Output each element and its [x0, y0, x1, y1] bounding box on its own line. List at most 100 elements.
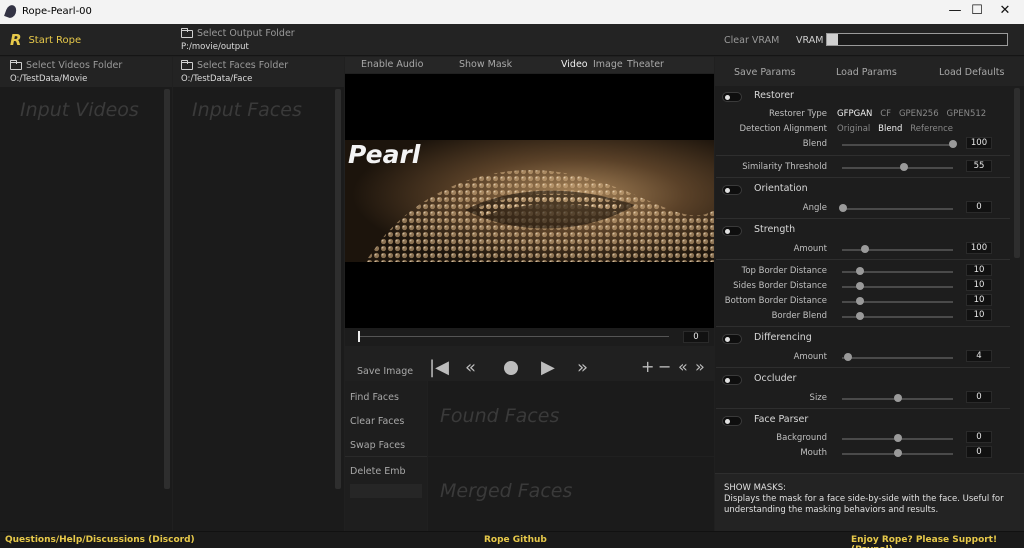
top-border-slider-thumb[interactable]	[856, 267, 864, 275]
videos-scrollbar[interactable]	[164, 89, 170, 489]
occluder-size-value[interactable]: 0	[966, 391, 992, 403]
enable-audio-toggle[interactable]: Enable Audio	[361, 59, 423, 70]
zoom-out-icon[interactable]: −	[658, 357, 671, 376]
select-faces-folder-button[interactable]: Select Faces Folder	[181, 59, 288, 71]
alignment-option-original[interactable]: Original	[837, 124, 870, 134]
blend-slider-thumb[interactable]	[949, 140, 957, 148]
input-videos-panel[interactable]: Input Videos	[0, 87, 172, 531]
save-params-button[interactable]: Save Params	[734, 67, 795, 78]
delete-emb-button[interactable]: Delete Emb	[350, 466, 406, 477]
frame-number[interactable]: 0	[683, 331, 709, 343]
bottom-border-slider-thumb[interactable]	[856, 297, 864, 305]
clear-faces-button[interactable]: Clear Faces	[350, 416, 404, 427]
border-blend-value[interactable]: 10	[966, 309, 992, 321]
angle-slider-thumb[interactable]	[839, 204, 847, 212]
save-image-button[interactable]: Save Image	[357, 366, 413, 377]
load-params-button[interactable]: Load Params	[836, 67, 897, 78]
record-icon[interactable]	[504, 361, 518, 375]
strength-slider-track[interactable]	[842, 249, 953, 251]
tab-video[interactable]: Video	[561, 59, 588, 70]
restorer-option-cf[interactable]: CF	[880, 109, 891, 119]
clear-vram-button[interactable]: Clear VRAM	[724, 35, 779, 46]
similarity-slider-thumb[interactable]	[900, 163, 908, 171]
tab-theater[interactable]: Theater	[627, 59, 664, 70]
similarity-value[interactable]: 55	[966, 160, 992, 172]
occluder-toggle[interactable]	[722, 375, 742, 385]
strength-slider-thumb[interactable]	[861, 245, 869, 253]
faces-scrollbar[interactable]	[335, 89, 341, 489]
blend-slider-track[interactable]	[842, 144, 953, 146]
timeline-playhead[interactable]	[358, 331, 360, 342]
angle-value[interactable]: 0	[966, 201, 992, 213]
alignment-option-reference[interactable]: Reference	[910, 124, 953, 134]
blend-label: Blend	[802, 139, 827, 149]
embedding-name-input[interactable]	[350, 484, 422, 498]
differencing-slider-thumb[interactable]	[844, 353, 852, 361]
found-faces-placeholder: Found Faces	[440, 405, 560, 427]
timeline-track[interactable]	[359, 336, 669, 337]
playback-controls: Save Image |◀ « ▶ » + − « »	[345, 347, 714, 381]
differencing-slider-track[interactable]	[842, 357, 953, 359]
background-slider-thumb[interactable]	[894, 434, 902, 442]
window-title: Rope-Pearl-00	[22, 6, 92, 17]
close-button[interactable]: ✕	[982, 0, 1024, 24]
angle-slider-track[interactable]	[842, 208, 953, 210]
divider	[716, 326, 1010, 327]
preview-image: Pearl	[345, 140, 714, 262]
found-faces-panel[interactable]: Found Faces	[428, 381, 714, 456]
sides-border-slider-thumb[interactable]	[856, 282, 864, 290]
occluder-title: Occluder	[754, 373, 797, 384]
title-bar: Rope-Pearl-00 — ☐ ✕	[0, 0, 1024, 24]
params-scrollbar[interactable]	[1014, 88, 1020, 258]
zoom-in-icon[interactable]: +	[641, 357, 654, 376]
mouth-slider-thumb[interactable]	[894, 449, 902, 457]
fast-forward-icon[interactable]: »	[577, 357, 588, 378]
top-border-value[interactable]: 10	[966, 264, 992, 276]
restorer-type-options: GFPGAN CF GPEN256 GPEN512	[837, 109, 991, 119]
skip-start-icon[interactable]: |◀	[429, 357, 449, 378]
similarity-slider-track[interactable]	[842, 167, 953, 169]
input-faces-panel[interactable]: Input Faces	[173, 87, 344, 531]
select-output-folder-button[interactable]: Select Output Folder	[181, 27, 295, 39]
github-link[interactable]: Rope Github	[484, 535, 547, 545]
differencing-amount-value[interactable]: 4	[966, 350, 992, 362]
mouth-value[interactable]: 0	[966, 446, 992, 458]
occluder-slider-thumb[interactable]	[894, 394, 902, 402]
select-videos-folder-button[interactable]: Select Videos Folder	[10, 59, 122, 71]
paypal-link[interactable]: Enjoy Rope? Please Support! (Paypal)	[851, 535, 1024, 548]
swap-faces-button[interactable]: Swap Faces	[350, 440, 405, 451]
preview-area[interactable]: Pearl	[345, 74, 714, 328]
strength-amount-value[interactable]: 100	[966, 242, 992, 254]
differencing-toggle[interactable]	[722, 334, 742, 344]
find-faces-button[interactable]: Find Faces	[350, 392, 399, 403]
prev-frame-icon[interactable]: «	[678, 357, 688, 376]
border-blend-label: Border Blend	[771, 311, 827, 321]
start-rope-button[interactable]: R Start Rope	[10, 31, 81, 49]
alignment-option-blend[interactable]: Blend	[878, 124, 902, 134]
border-blend-slider-thumb[interactable]	[856, 312, 864, 320]
discord-link[interactable]: Questions/Help/Discussions (Discord)	[5, 535, 195, 545]
play-icon[interactable]: ▶	[541, 357, 555, 378]
face-parser-title: Face Parser	[754, 414, 809, 425]
rewind-icon[interactable]: «	[465, 357, 476, 378]
sides-border-value[interactable]: 10	[966, 279, 992, 291]
bottom-border-value[interactable]: 10	[966, 294, 992, 306]
blend-value[interactable]: 100	[966, 137, 992, 149]
merged-faces-panel[interactable]: Merged Faces	[428, 457, 714, 531]
restorer-toggle[interactable]	[722, 92, 742, 102]
tab-image[interactable]: Image	[593, 59, 623, 70]
next-frame-icon[interactable]: »	[695, 357, 705, 376]
face-parser-toggle[interactable]	[722, 416, 742, 426]
params-header: Save Params Load Params Load Defaults	[715, 57, 1024, 86]
load-defaults-button[interactable]: Load Defaults	[939, 67, 1004, 78]
background-label: Background	[776, 433, 827, 443]
strength-toggle[interactable]	[722, 226, 742, 236]
restorer-option-gfpgan[interactable]: GFPGAN	[837, 109, 872, 119]
orientation-toggle[interactable]	[722, 185, 742, 195]
restorer-option-gpen512[interactable]: GPEN512	[947, 109, 987, 119]
restorer-option-gpen256[interactable]: GPEN256	[899, 109, 939, 119]
footer: Questions/Help/Discussions (Discord) Rop…	[0, 531, 1024, 548]
restorer-type-label: Restorer Type	[769, 109, 827, 119]
show-mask-toggle[interactable]: Show Mask	[459, 59, 512, 70]
background-value[interactable]: 0	[966, 431, 992, 443]
